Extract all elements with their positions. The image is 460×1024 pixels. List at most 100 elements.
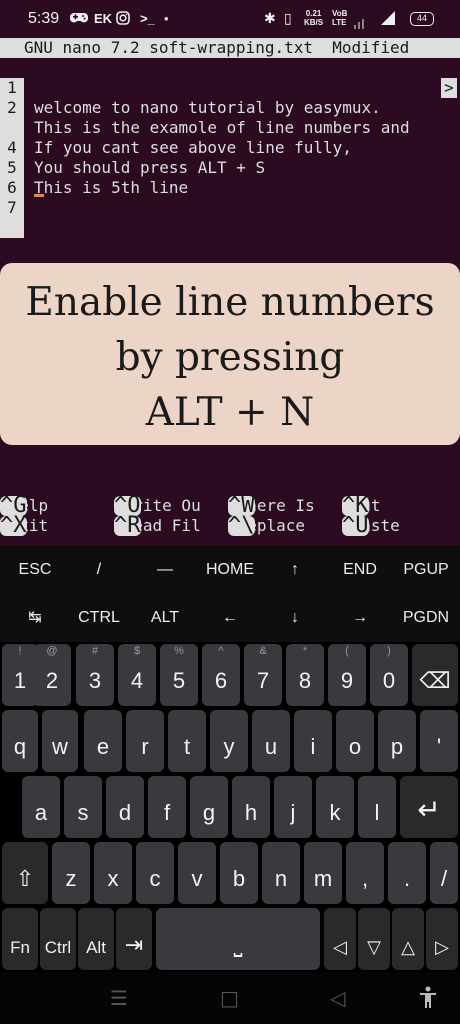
terminal-icon: >_ <box>140 11 155 26</box>
ctrl-key[interactable]: CTRL <box>66 594 132 642</box>
status-bar: 5:39 EK >_ • ✱ ▯ 0.21 KB/S VoB LTE 44 <box>0 0 460 38</box>
editor-line[interactable]: 7 <box>0 178 460 218</box>
instagram-icon <box>116 11 130 29</box>
key-apostrophe[interactable]: ' <box>420 710 458 772</box>
key-o[interactable]: o <box>336 710 374 772</box>
signal-icon <box>354 15 368 31</box>
key-l[interactable]: l <box>358 776 396 838</box>
menu-icon[interactable]: ☰ <box>110 986 128 1010</box>
text-cursor <box>34 194 44 197</box>
soft-keyboard: ! 1 @2 #3 $4 % 5 ^ 6 & 7 * 8 (9 ) 0 ⌫ q w e r … <box>0 642 460 972</box>
key-x[interactable]: x <box>94 842 132 904</box>
key-g[interactable]: g <box>190 776 228 838</box>
arrow-down-key[interactable]: ▽ <box>358 908 390 970</box>
back-icon[interactable]: ◁ <box>330 986 345 1010</box>
alt-key-soft[interactable]: Alt <box>78 908 114 970</box>
key-h[interactable]: h <box>232 776 270 838</box>
battery-indicator: 44 <box>410 12 434 26</box>
shortcut-read-file[interactable]: ^R Read Fil <box>114 515 201 537</box>
key-8[interactable]: * 8 <box>286 644 324 706</box>
volte-indicator: VoB LTE <box>332 9 348 27</box>
key-comma[interactable]: , <box>346 842 384 904</box>
editor-line[interactable]: 6 <box>0 158 460 198</box>
key-0[interactable]: ) 0 <box>370 644 408 706</box>
key-n[interactable]: n <box>262 842 300 904</box>
key-f[interactable]: f <box>148 776 186 838</box>
backspace-key[interactable]: ⌫ <box>412 644 458 706</box>
alt-key[interactable]: ALT <box>132 594 198 642</box>
key-m[interactable]: m <box>304 842 342 904</box>
shortcut-exit[interactable]: ^X Exit <box>0 515 48 537</box>
signal-strength-icon <box>380 10 396 29</box>
key-9[interactable]: (9 <box>328 644 366 706</box>
key-b[interactable]: b <box>220 842 258 904</box>
home-icon[interactable]: □ <box>220 986 239 1010</box>
clock: 5:39 <box>28 10 60 27</box>
key-6[interactable]: ^ 6 <box>202 644 240 706</box>
key-u[interactable]: u <box>252 710 290 772</box>
key-w[interactable]: w <box>42 710 78 772</box>
key-7[interactable]: & 7 <box>244 644 282 706</box>
key-k[interactable]: k <box>316 776 354 838</box>
arrow-left-key[interactable]: ◁ <box>324 908 356 970</box>
key-q[interactable]: q <box>2 710 38 772</box>
up-arrow-key[interactable]: ↑ <box>262 546 328 594</box>
pgup-key[interactable]: PGUP <box>393 546 459 594</box>
shift-key[interactable]: ⇧ <box>2 842 48 904</box>
shortcut-paste[interactable]: ^U Paste <box>342 515 400 537</box>
slash-key[interactable]: / <box>66 546 132 594</box>
key-d[interactable]: d <box>106 776 144 838</box>
home-key[interactable]: HOME <box>196 546 264 594</box>
key-j[interactable]: j <box>274 776 312 838</box>
pgdn-key[interactable]: PGDN <box>393 594 459 642</box>
caption-line: by pressing <box>115 335 345 380</box>
key-e[interactable]: e <box>84 710 122 772</box>
end-key[interactable]: END <box>327 546 393 594</box>
tab-key[interactable]: ↹ <box>0 594 70 642</box>
key-c[interactable]: c <box>136 842 174 904</box>
key-4[interactable]: $4 <box>118 644 156 706</box>
key-3[interactable]: #3 <box>76 644 114 706</box>
key-t[interactable]: t <box>168 710 206 772</box>
enter-key[interactable]: ↵ <box>400 776 458 838</box>
arrow-right-key[interactable]: ▷ <box>426 908 458 970</box>
shortcut-replace[interactable]: ^\ Replace <box>228 515 305 537</box>
key-2[interactable]: @2 <box>33 644 71 706</box>
caption-line: Enable line numbers <box>25 280 435 325</box>
ek-icon: EK <box>94 11 113 26</box>
key-p[interactable]: p <box>378 710 416 772</box>
editor-line[interactable]: 4 You should press ALT + S <box>0 118 460 177</box>
key-5[interactable]: % 5 <box>160 644 198 706</box>
arrow-up-key[interactable]: △ <box>392 908 424 970</box>
extra-keys-bar: ESC / — HOME ↑ END PGUP ↹ CTRL ALT ← ↓ →… <box>0 546 460 642</box>
tab-key-soft[interactable]: ⇥ <box>116 908 152 970</box>
key-v[interactable]: v <box>178 842 216 904</box>
key-r[interactable]: r <box>126 710 164 772</box>
accessibility-icon[interactable] <box>418 986 438 1013</box>
key-a[interactable]: a <box>22 776 60 838</box>
dot-icon: • <box>164 11 169 26</box>
fn-key[interactable]: Fn <box>2 908 38 970</box>
line-overflow-marker: > <box>441 78 457 98</box>
gamepad-icon <box>70 11 88 29</box>
key-slash[interactable]: / <box>430 842 458 904</box>
navigation-bar: ☰ □ ◁ <box>0 972 460 1024</box>
esc-key[interactable]: ESC <box>0 546 70 594</box>
down-arrow-key[interactable]: ↓ <box>262 594 328 642</box>
right-arrow-key[interactable]: → <box>327 594 393 642</box>
dash-key[interactable]: — <box>132 546 198 594</box>
key-i[interactable]: i <box>294 710 332 772</box>
editor-line[interactable]: 1 welcome to nano tutorial by easymux. <box>0 58 460 117</box>
left-arrow-key[interactable]: ← <box>196 594 264 642</box>
space-key[interactable]: ⎵ <box>156 908 320 970</box>
key-period[interactable]: . <box>388 842 426 904</box>
key-y[interactable]: y <box>210 710 248 772</box>
key-s[interactable]: s <box>64 776 102 838</box>
net-speed: 0.21 KB/S <box>304 9 324 27</box>
editor-line[interactable]: 5 This is 5th line <box>0 138 460 197</box>
key-z[interactable]: z <box>52 842 90 904</box>
editor-line-gutter <box>0 198 460 238</box>
ctrl-key-soft[interactable]: Ctrl <box>40 908 76 970</box>
editor-line[interactable]: 2 This is the examole of line numbers an… <box>0 78 460 137</box>
editor-line[interactable]: If you cant see above line fully, <box>0 98 460 157</box>
